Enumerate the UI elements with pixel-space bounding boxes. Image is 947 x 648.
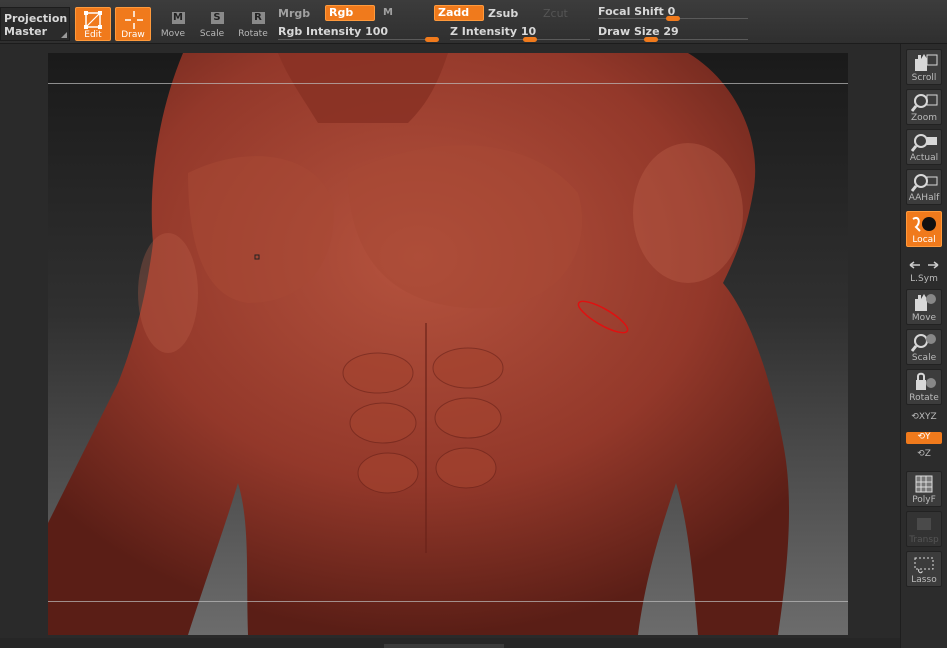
y-label: Y — [925, 432, 931, 442]
magnifier-icon — [910, 94, 938, 112]
edit-button[interactable]: Edit — [75, 7, 111, 41]
magnifier-actual-icon — [910, 134, 937, 152]
sculpt-model — [48, 53, 790, 635]
bottom-tray-handle[interactable] — [384, 644, 504, 648]
move-key-icon: M — [171, 12, 185, 24]
edit-icon — [84, 11, 102, 29]
guide-line-bottom — [48, 601, 848, 602]
transp-label: Transp — [909, 535, 939, 545]
xyz-label: XYZ — [918, 412, 937, 422]
actual-label: Actual — [909, 153, 939, 163]
rgb-intensity-slider[interactable]: Rgb Intensity 100 — [278, 25, 388, 38]
scale-label: Scale — [199, 29, 225, 39]
rgb-intensity-value: 100 — [365, 25, 389, 38]
rgb-button[interactable]: Rgb — [325, 5, 375, 21]
magnifier-half-icon — [910, 174, 938, 192]
draw-size-slider[interactable]: Draw Size 29 — [598, 25, 679, 38]
focal-shift-label: Focal Shift — [598, 5, 664, 18]
draw-size-value: 29 — [663, 25, 679, 38]
scale-key-icon: S — [210, 12, 224, 24]
xyz-button[interactable]: ⟲XYZ — [906, 412, 942, 426]
document-canvas[interactable] — [48, 53, 848, 635]
rotate-label: Rotate — [238, 29, 268, 39]
move-view-button[interactable]: Move — [906, 289, 942, 325]
scroll-label: Scroll — [911, 73, 937, 83]
draw-icon — [125, 11, 143, 29]
lasso-label: Lasso — [911, 575, 937, 585]
move-hand-icon — [915, 294, 936, 311]
right-tray: Scroll Zoom Actual AAHalf Local L.Sym Mo… — [900, 44, 947, 648]
draw-size-track[interactable] — [598, 39, 748, 40]
lasso-button[interactable]: Lasso — [906, 551, 942, 587]
projection-master-label-line1: Projection — [4, 12, 68, 25]
draw-button[interactable]: Draw — [115, 7, 151, 41]
zsub-button[interactable]: Zsub — [488, 7, 518, 20]
lsym-button[interactable]: L.Sym — [906, 259, 942, 285]
transp-button[interactable]: Transp — [906, 511, 942, 547]
xyz-rotate-icon: ⟲ — [911, 412, 919, 422]
draw-label: Draw — [121, 30, 145, 40]
z-rotate-icon: ⟲ — [917, 449, 925, 459]
local-sphere-icon — [912, 217, 936, 232]
move-view-label: Move — [911, 313, 937, 323]
symmetry-arrows-icon — [909, 261, 939, 269]
move-label: Move — [160, 29, 186, 39]
z-intensity-label: Z Intensity — [450, 25, 518, 38]
mrgb-button[interactable]: Mrgb — [278, 7, 310, 20]
focal-shift-slider[interactable]: Focal Shift 0 — [598, 5, 675, 18]
edit-label: Edit — [84, 30, 102, 40]
rotate-view-button[interactable]: Rotate — [906, 369, 942, 405]
guide-line-top — [48, 83, 848, 84]
rgb-label: Rgb — [329, 6, 354, 19]
y-rotate-icon: ⟲ — [917, 432, 926, 442]
lasso-icon — [914, 557, 934, 574]
grid-icon — [915, 475, 933, 493]
hand-icon — [915, 54, 938, 71]
corner-triangle-icon — [61, 32, 67, 38]
rotate-key-icon: R — [251, 12, 265, 24]
rotate-lock-icon — [916, 372, 936, 390]
rgb-intensity-knob[interactable] — [425, 37, 439, 42]
actual-button[interactable]: Actual — [906, 129, 942, 165]
scale-view-button[interactable]: Scale — [906, 329, 942, 365]
local-button[interactable]: Local — [906, 211, 942, 247]
m-button[interactable]: M — [383, 7, 393, 18]
local-label: Local — [912, 235, 936, 245]
zadd-button[interactable]: Zadd — [434, 5, 484, 21]
top-shelf: Projection Master Edit Draw M Move S Sca… — [0, 0, 947, 44]
y-axis-button[interactable]: ⟲Y — [906, 432, 942, 444]
rotate-view-label: Rotate — [909, 393, 939, 403]
rotate-button[interactable]: R Rotate — [235, 7, 271, 41]
scale-magnifier-icon — [910, 334, 936, 352]
focal-shift-knob[interactable] — [666, 16, 680, 21]
polyf-button[interactable]: PolyF — [906, 471, 942, 507]
z-intensity-track[interactable] — [450, 39, 590, 40]
z-intensity-knob[interactable] — [522, 37, 537, 42]
rgb-intensity-track[interactable] — [278, 39, 432, 40]
polyf-label: PolyF — [912, 495, 936, 505]
z-axis-button[interactable]: ⟲Z — [906, 449, 942, 463]
zadd-label: Zadd — [438, 6, 470, 19]
aahalf-label: AAHalf — [908, 193, 940, 203]
aahalf-button[interactable]: AAHalf — [906, 169, 942, 205]
bottom-tray — [0, 638, 900, 648]
lsym-label: L.Sym — [910, 274, 938, 284]
projection-master-button[interactable]: Projection Master — [0, 7, 70, 41]
z-intensity-slider[interactable]: Z Intensity 10 — [450, 25, 536, 38]
zoom-label: Zoom — [911, 113, 937, 123]
zoom-button[interactable]: Zoom — [906, 89, 942, 125]
transparency-icon — [917, 518, 931, 530]
scroll-button[interactable]: Scroll — [906, 49, 942, 85]
scale-view-label: Scale — [911, 353, 937, 363]
draw-size-knob[interactable] — [643, 37, 658, 42]
scale-button[interactable]: S Scale — [194, 7, 230, 41]
z-label: Z — [924, 449, 931, 459]
rgb-intensity-label: Rgb Intensity — [278, 25, 362, 38]
move-button[interactable]: M Move — [155, 7, 191, 41]
zcut-button[interactable]: Zcut — [543, 7, 568, 20]
projection-master-label-line2: Master — [4, 25, 48, 38]
